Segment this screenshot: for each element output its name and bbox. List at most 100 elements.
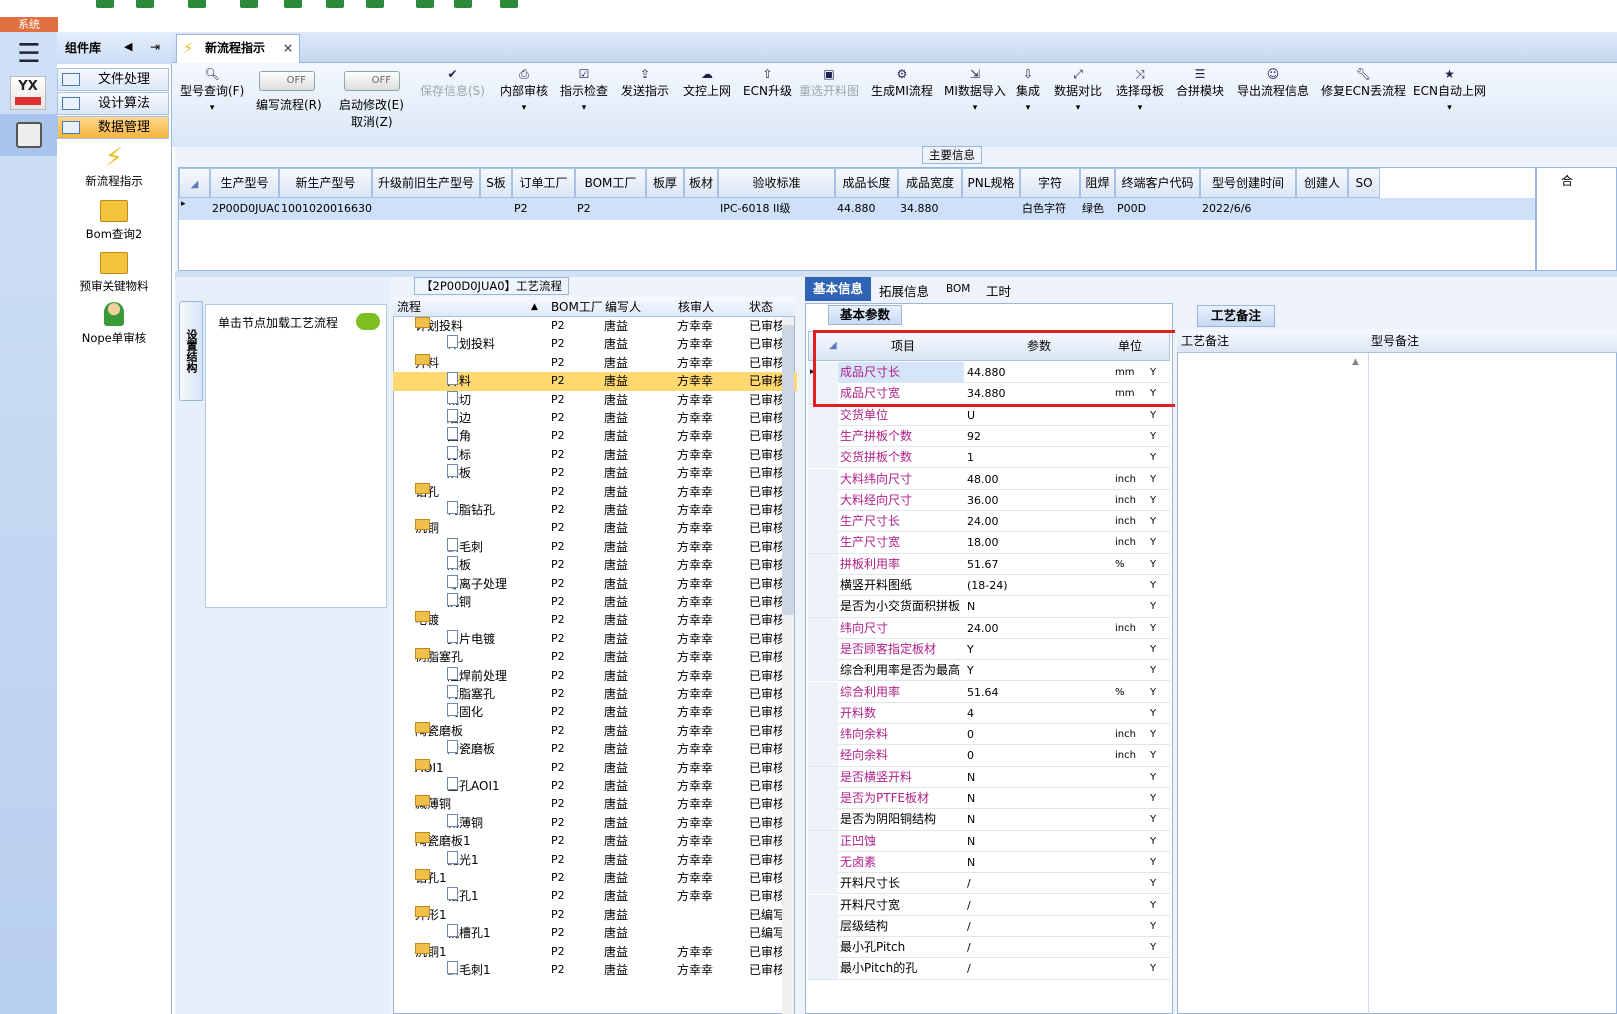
param-row[interactable]: 交货拼板个数 1 Y [808, 447, 1170, 469]
flow-col-factory[interactable]: BOM工厂 [551, 297, 603, 317]
menu-icon[interactable]: ☰ [4, 32, 54, 76]
grid-corner[interactable]: ◢ [179, 168, 210, 198]
nav-data-management[interactable]: 数据管理 [57, 116, 169, 139]
param-value[interactable]: 48.00 [965, 469, 1111, 490]
param-row[interactable]: 开料尺寸长 / Y [808, 873, 1170, 895]
flow-row[interactable]: 沉铜 P2 唐益 方幸幸 已审核 [393, 593, 797, 611]
param-row[interactable]: 开料数 4 Y [808, 702, 1170, 725]
flow-row[interactable]: -计划投料 P2 唐益 方幸幸 已审核 [393, 317, 797, 335]
ecn-auto-online-button[interactable]: ★ ECN自动上网 ▾ [1413, 66, 1486, 113]
system-tab[interactable]: 系统 [0, 17, 58, 32]
search-icon[interactable] [96, 0, 114, 8]
internal-review-button[interactable]: ⎙ 内部审核 ▾ [500, 66, 548, 113]
param-value[interactable]: U [965, 405, 1111, 426]
flow-row[interactable]: 计划投料 P2 唐益 方幸幸 已审核 [393, 335, 797, 353]
param-row[interactable]: 开料尺寸宽 / Y [808, 894, 1170, 916]
param-value[interactable]: (18-24) [965, 575, 1111, 596]
flow-row[interactable]: 阻焊前处理 P2 唐益 方幸幸 已审核 [393, 666, 797, 685]
query-button[interactable]: 🔍︎ 型号查询(F) ▾ [180, 66, 244, 113]
flow-row[interactable]: -树脂塞孔 P2 唐益 方幸幸 已审核 [393, 648, 797, 666]
flow-row[interactable]: 树脂塞孔 P2 唐益 方幸幸 已审核 [393, 685, 797, 703]
main-col-header[interactable]: 订单工厂 [512, 168, 575, 198]
param-row[interactable]: 大料经向尺寸 36.00 inch Y [808, 489, 1170, 512]
flow-row[interactable]: 开料 P2 唐益 方幸幸 已审核 [393, 372, 797, 391]
flow-row[interactable]: 陶瓷磨板 P2 唐益 方幸幸 已审核 [393, 740, 797, 758]
mi-import-button[interactable]: ⇲ MI数据导入 ▾ [944, 66, 1006, 113]
main-col-header[interactable]: 型号创建时间 [1200, 168, 1296, 198]
flow-row[interactable]: -沉铜 P2 唐益 方幸幸 已审核 [393, 519, 797, 537]
main-col-header[interactable]: 生产型号 [210, 168, 279, 198]
param-value[interactable]: N [965, 788, 1111, 809]
param-row[interactable]: 生产拼板个数 92 Y [808, 425, 1170, 448]
export-icon[interactable] [326, 0, 344, 8]
params-tab[interactable]: 基本参数 [828, 305, 902, 325]
yx-app-icon[interactable]: YX [10, 76, 46, 110]
main-col-header[interactable]: 创建人 [1296, 168, 1348, 198]
main-cell[interactable]: IPC-6018 II级 [720, 199, 835, 219]
param-value[interactable]: 4 [965, 703, 1111, 724]
main-col-header[interactable]: 板厚 [646, 168, 684, 198]
param-row[interactable]: 纬向余料 0 inch Y [808, 724, 1170, 746]
main-cell[interactable]: 2P00D0JUA0 [212, 199, 279, 219]
item-precheck-material[interactable]: 预审关键物料 [60, 252, 168, 294]
param-row[interactable]: 交货单位 U Y [808, 404, 1170, 426]
param-value[interactable]: N [965, 809, 1111, 830]
nav-file-processing[interactable]: 文件处理 [57, 68, 169, 91]
param-row[interactable]: 纬向尺寸 24.00 inch Y [808, 617, 1170, 639]
flow-row[interactable]: 去毛刺1 P2 唐益 方幸幸 已审核 [393, 961, 797, 979]
main-col-header[interactable]: S板 [480, 168, 512, 198]
instruction-check-button[interactable]: ☑ 指示检查 ▾ [560, 66, 608, 113]
item-bom-query[interactable]: Bom查询2 [60, 200, 168, 242]
flow-row[interactable]: 终固化 P2 唐益 方幸幸 已审核 [393, 703, 797, 721]
param-row[interactable]: 最小Pitch的孔 / Y [808, 958, 1170, 980]
flow-row[interactable]: -陶瓷磨板 P2 唐益 方幸幸 已审核 [393, 721, 797, 740]
table-icon[interactable] [366, 0, 384, 8]
param-value[interactable]: / [965, 873, 1111, 894]
main-cell[interactable]: P00D [1117, 199, 1200, 219]
flow-row[interactable]: 烘板 P2 唐益 方幸幸 已审核 [393, 464, 797, 482]
cancel-label[interactable]: 取消(Z) [351, 113, 393, 130]
flow-row[interactable]: -开料 P2 唐益 方幸幸 已审核 [393, 353, 797, 372]
param-value[interactable]: 92 [965, 426, 1111, 447]
refresh-icon[interactable] [136, 0, 154, 8]
param-value[interactable]: 36.00 [965, 490, 1111, 511]
param-value[interactable]: 24.00 [965, 511, 1111, 532]
export-flow-info-button[interactable]: ☺ 导出流程信息 [1237, 66, 1309, 99]
flow-scrollbar[interactable] [782, 317, 794, 1014]
flow-col-reviewer[interactable]: 核审人 [678, 297, 714, 317]
main-cell[interactable]: 34.880 [900, 199, 962, 219]
flow-row[interactable]: 负片电镀 P2 唐益 方幸幸 已审核 [393, 629, 797, 648]
flow-col-name[interactable]: 流程 [397, 297, 421, 317]
save-button[interactable]: ✔ 保存信息(S) [420, 66, 485, 99]
send-instruction-button[interactable]: ⇪ 发送指示 [621, 66, 669, 99]
main-col-header[interactable]: 验收标准 [718, 168, 835, 198]
main-col-header[interactable]: 终端客户代码 [1115, 168, 1200, 198]
flow-row[interactable]: 钻孔1 P2 唐益 方幸幸 已审核 [393, 887, 797, 905]
param-row[interactable]: 最小孔Pitch / Y [808, 937, 1170, 959]
main-cell[interactable]: 44.880 [837, 199, 898, 219]
flow-row[interactable]: 塞孔AOI1 P2 唐益 方幸幸 已审核 [393, 777, 797, 795]
param-row[interactable]: 是否为PTFE板材 N Y [808, 788, 1170, 810]
flow-row[interactable]: 圆角 P2 唐益 方幸幸 已审核 [393, 427, 797, 445]
param-row[interactable]: 生产尺寸长 24.00 inch Y [808, 511, 1170, 533]
item-nope-review[interactable]: Nope单审核 [60, 302, 168, 346]
param-value[interactable]: 24.00 [965, 618, 1111, 639]
param-value[interactable]: / [965, 916, 1111, 937]
main-cell[interactable]: 2022/6/6 [1202, 199, 1296, 219]
param-row[interactable]: 层级结构 / Y [808, 915, 1170, 938]
param-row[interactable]: 是否横竖开料 N Y [808, 766, 1170, 788]
close-icon[interactable]: × [283, 35, 293, 62]
reselect-cut-image-button[interactable]: ▣ 重选开料图 [799, 66, 859, 99]
report-icon[interactable] [454, 0, 472, 8]
flow-row[interactable]: 铣槽孔1 P2 唐益 已编写 [393, 924, 797, 942]
pin-icon[interactable]: ⇥ [150, 40, 160, 54]
main-cell[interactable]: P2 [577, 199, 646, 219]
flow-row[interactable]: -电镀 P2 唐益 方幸幸 已审核 [393, 611, 797, 629]
param-value[interactable]: 0 [965, 724, 1111, 745]
param-row[interactable]: 生产尺寸宽 18.00 inch Y [808, 532, 1170, 554]
param-row[interactable]: 横竖开料图纸 (18-24) Y [808, 575, 1170, 597]
print-icon[interactable] [416, 0, 434, 8]
grid-icon[interactable] [188, 0, 206, 8]
flow-row[interactable]: -钻孔1 P2 唐益 方幸幸 已审核 [393, 869, 797, 887]
flow-row[interactable]: 打标 P2 唐益 方幸幸 已审核 [393, 445, 797, 464]
